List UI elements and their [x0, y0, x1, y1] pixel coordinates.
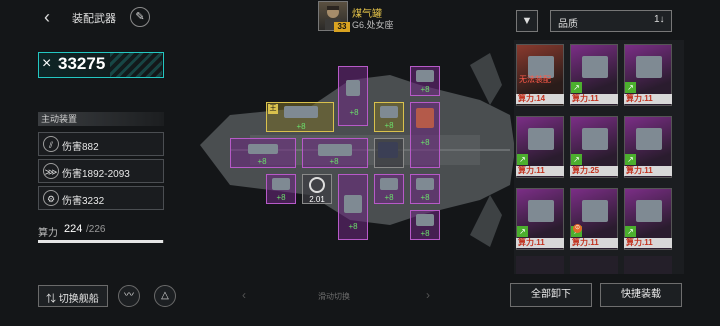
- capacity-used: 224: [64, 223, 83, 235]
- cannon-icon: [346, 80, 360, 96]
- stat-text: 伤害882: [62, 142, 99, 153]
- upgrade-label: +8: [384, 121, 394, 130]
- drone-icon: [378, 142, 398, 158]
- gear-icon: ⚙: [43, 190, 59, 206]
- triangle-emblem-icon[interactable]: △: [154, 285, 176, 307]
- claw-icon: ⋙: [43, 163, 59, 179]
- quick-equip-button[interactable]: 快捷装载: [600, 283, 682, 307]
- device-ring-icon: [309, 177, 325, 193]
- upgrade-label: +8: [257, 157, 267, 166]
- switch-ship-text: 切换舰船: [58, 294, 99, 305]
- slash-icon: ⫽: [43, 136, 59, 152]
- upgrade-label: +8: [349, 108, 359, 117]
- weapon-icon: [528, 200, 554, 222]
- card-power-label: 算力.11: [624, 238, 672, 248]
- upgrade-arrow-icon: ↗: [625, 82, 636, 93]
- upgrade-label: +8: [420, 193, 430, 202]
- swipe-hint: 滑动切换: [318, 292, 350, 301]
- cannon-icon: [380, 178, 398, 190]
- cannon-icon: [248, 144, 278, 154]
- card-power-label: 算力.25: [570, 166, 618, 176]
- upgrade-label: +8: [348, 222, 358, 231]
- weapon-icon: [582, 200, 608, 222]
- capacity-bar-fill: [38, 240, 163, 243]
- cannon-icon: [416, 214, 434, 226]
- card-power-label: 算力.11: [624, 94, 672, 104]
- weapon-icon: [636, 56, 662, 78]
- cannon-icon: [380, 106, 398, 118]
- inventory-card-partial[interactable]: [624, 256, 672, 274]
- device-value: 2.01: [309, 195, 325, 204]
- upgrade-arrow-icon: ↗: [571, 82, 582, 93]
- weapon-icon: [636, 128, 662, 150]
- upgrade-arrow-icon: ↗: [625, 154, 636, 165]
- capacity-total: /226: [86, 224, 106, 235]
- filter-icon[interactable]: ▼: [516, 10, 538, 32]
- unload-all-button[interactable]: 全部卸下: [510, 283, 592, 307]
- power-stripe-decoration: [110, 53, 162, 77]
- missile-icon: [416, 108, 434, 128]
- cannot-equip-label: 无法装配: [519, 75, 551, 84]
- upgrade-label: +8: [329, 157, 339, 166]
- cannon-icon: [272, 178, 290, 190]
- prev-arrow-icon[interactable]: ‹: [242, 288, 246, 302]
- sort-label: 品质: [558, 19, 578, 30]
- gold-marker: 王: [268, 104, 278, 114]
- brush-icon[interactable]: ✎: [130, 7, 150, 27]
- combat-power-value: 33275: [58, 54, 106, 73]
- page-title: 装配武器: [72, 13, 116, 25]
- card-power-label: 算力.11: [624, 166, 672, 176]
- weapon-slot[interactable]: [338, 66, 368, 126]
- card-power-label: 算力.11: [570, 238, 618, 248]
- active-devices-header: 主动装置: [38, 112, 164, 126]
- card-power-label: 算力.11: [516, 238, 564, 248]
- capacity-label: 算力: [38, 228, 58, 239]
- inventory-card-partial[interactable]: [516, 256, 564, 274]
- sort-toggle-icon[interactable]: 1↓: [654, 14, 665, 25]
- card-power-label: 算力.11: [516, 166, 564, 176]
- upgrade-arrow-icon: ↗: [571, 154, 582, 165]
- stat-text: 伤害3232: [62, 196, 105, 207]
- pilot-rank: G6.处女座: [352, 20, 394, 30]
- upgrade-label: +8: [276, 193, 286, 202]
- cannon-icon: [416, 178, 434, 190]
- weapon-icon: [528, 128, 554, 150]
- upgrade-arrow-icon: ↗: [517, 226, 528, 237]
- inventory-card-partial[interactable]: [570, 256, 618, 274]
- upgrade-label: +8: [420, 138, 430, 147]
- upgrade-arrow-icon: ↗: [625, 226, 636, 237]
- switch-ship-label: ⇅ 切换舰船: [46, 294, 99, 305]
- back-arrow-icon[interactable]: ‹: [38, 8, 56, 26]
- upgrade-label: +8: [420, 85, 430, 94]
- cannon-icon: [344, 195, 362, 213]
- next-arrow-icon[interactable]: ›: [426, 288, 430, 302]
- card-power-label: 算力.11: [570, 94, 618, 104]
- stat-text: 伤害1892-2093: [62, 169, 130, 180]
- weapon-icon: [582, 56, 608, 78]
- wave-icon[interactable]: 〰: [118, 285, 140, 307]
- pilot-level-badge: 33: [334, 22, 350, 32]
- weapon-icon: [582, 128, 608, 150]
- power-icon: ×: [42, 55, 52, 72]
- lock-icon: ⊙: [573, 224, 582, 233]
- cannon-icon: [416, 70, 434, 82]
- upgrade-arrow-icon: ↗: [517, 154, 528, 165]
- upgrade-label: +8: [420, 229, 430, 238]
- cannon-icon: [318, 144, 352, 156]
- upgrade-label: +8: [384, 193, 394, 202]
- card-power-label: 算力.14: [516, 94, 564, 104]
- cannon-icon: [284, 106, 318, 118]
- upgrade-label: +8: [296, 122, 306, 131]
- weapon-icon: [636, 200, 662, 222]
